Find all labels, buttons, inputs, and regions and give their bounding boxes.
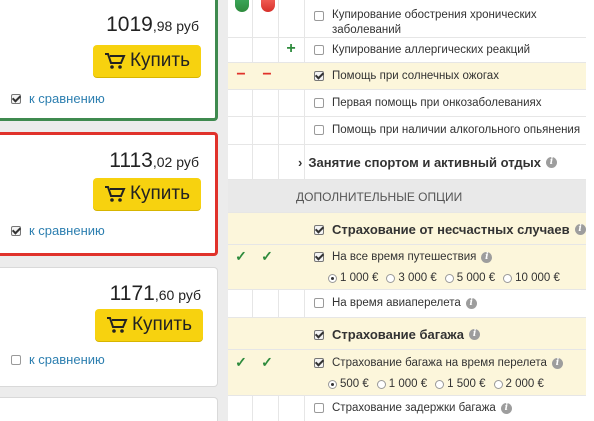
plus-icon: +: [286, 40, 296, 57]
option-checkbox[interactable]: [314, 71, 324, 81]
amount-radio-group: 1 000 € 3 000 € 5 000 € 10 000 €: [328, 272, 568, 284]
offer-price: 1019,98 руб: [106, 13, 199, 36]
info-icon[interactable]: i: [481, 251, 493, 263]
category-row[interactable]: › Занятие спортом и активный отдых i: [228, 145, 586, 180]
amount-option[interactable]: 10 000 €: [503, 272, 560, 284]
buy-button[interactable]: Купить: [93, 178, 201, 210]
offers-column: 1019,98 руб Купить к сравнению 1113,02 р…: [0, 0, 228, 421]
option-row: + Купирование аллергических реакций: [228, 38, 586, 63]
compare-checkbox[interactable]: [11, 354, 21, 365]
buy-label: Купить: [129, 50, 191, 71]
option-label: Первая помощь при онкозаболеваниях: [332, 97, 542, 109]
category-label[interactable]: Занятие спортом и активный отдых: [308, 155, 541, 170]
buy-button[interactable]: Купить: [95, 309, 203, 341]
amount-option[interactable]: 2 000 €: [493, 378, 544, 390]
option-label: Страхование багажа на время перелета: [332, 357, 547, 369]
offer-card-2: 1113,02 руб Купить к сравнению: [0, 132, 218, 256]
info-icon[interactable]: i: [500, 402, 512, 414]
option-row-highlighted: ✓ ✓ Страхование багажа на время перелета…: [228, 350, 586, 396]
scrollbar[interactable]: [588, 0, 594, 421]
option-checkbox[interactable]: [314, 224, 324, 235]
option-group-label: Страхование от несчастных случаев: [332, 222, 570, 237]
info-icon[interactable]: i: [465, 297, 477, 309]
option-checkbox[interactable]: [314, 403, 324, 413]
compare-toggle[interactable]: к сравнению: [11, 91, 105, 106]
radio-button[interactable]: [503, 273, 513, 283]
option-row: Купирование обострения хронических забол…: [228, 0, 586, 38]
amount-option[interactable]: 1 500 €: [435, 378, 486, 390]
option-checkbox[interactable]: [314, 98, 324, 108]
amount-radio-group: 500 € 1 000 € 1 500 € 2 000 €: [328, 378, 552, 390]
option-label: Помощь при наличии алкогольного опьянени…: [332, 124, 581, 136]
option-label: На все время путешествия: [332, 251, 477, 263]
compare-toggle[interactable]: к сравнению: [11, 352, 105, 367]
option-row: На время авиаперелета i: [228, 290, 586, 318]
info-icon[interactable]: i: [469, 329, 481, 340]
amount-option[interactable]: 500 €: [328, 378, 369, 390]
option-row: Страхование задержки багажа i: [228, 396, 586, 421]
info-icon[interactable]: i: [546, 157, 557, 168]
cart-icon: [106, 317, 128, 333]
option-label: Купирование обострения хронических забол…: [332, 9, 537, 36]
option-row: Первая помощь при онкозаболеваниях: [228, 90, 586, 117]
buy-button[interactable]: Купить: [93, 45, 201, 77]
cart-icon: [104, 53, 126, 69]
offer-card-3: 1171,60 руб Купить к сравнению: [0, 267, 218, 387]
option-checkbox[interactable]: [314, 125, 324, 135]
section-title: ДОПОЛНИТЕЛЬНЫЕ ОПЦИИ: [296, 190, 463, 204]
info-icon[interactable]: i: [551, 357, 563, 369]
option-row-highlighted: − − Помощь при солнечных ожогах: [228, 63, 586, 90]
compare-label[interactable]: к сравнению: [29, 352, 105, 367]
radio-button[interactable]: [328, 379, 337, 389]
option-row-highlighted: ✓ ✓ На все время путешествия i 1 000 € 3…: [228, 245, 586, 290]
radio-button[interactable]: [328, 273, 337, 283]
option-label: Страхование задержки багажа: [332, 402, 496, 414]
check-icon: ✓: [235, 354, 247, 370]
option-checkbox[interactable]: [314, 11, 324, 21]
option-checkbox[interactable]: [314, 329, 324, 340]
option-row: Помощь при наличии алкогольного опьянени…: [228, 117, 586, 145]
option-label: Купирование аллергических реакций: [332, 44, 531, 56]
option-group-label: Страхование багажа: [332, 327, 465, 342]
buy-label: Купить: [129, 183, 191, 204]
cart-icon: [104, 186, 126, 202]
option-label: Помощь при солнечных ожогах: [332, 70, 499, 82]
radio-button[interactable]: [444, 273, 454, 283]
amount-option[interactable]: 5 000 €: [444, 272, 495, 284]
option-group-row: Страхование от несчастных случаев i: [228, 213, 586, 245]
options-table: Купирование обострения хронических забол…: [228, 0, 594, 421]
compare-checkbox[interactable]: [11, 225, 21, 236]
option-checkbox[interactable]: [314, 45, 324, 55]
radio-button[interactable]: [435, 379, 445, 389]
compare-toggle[interactable]: к сравнению: [11, 223, 105, 238]
chevron-right-icon: ›: [298, 155, 303, 170]
compare-label[interactable]: к сравнению: [29, 223, 105, 238]
radio-button[interactable]: [386, 273, 396, 283]
info-icon[interactable]: i: [574, 224, 586, 235]
offer-card-1: 1019,98 руб Купить к сравнению: [0, 0, 218, 121]
double-check-icon: ✓: [235, 248, 247, 264]
amount-option[interactable]: 1 000 €: [376, 378, 427, 390]
offer-price: 1171,60 руб: [109, 282, 201, 305]
amount-option[interactable]: 3 000 €: [386, 272, 437, 284]
minus-icon: −: [236, 66, 246, 83]
option-group-row: Страхование багажа i: [228, 318, 586, 350]
radio-button[interactable]: [493, 379, 503, 389]
buy-label: Купить: [131, 314, 193, 335]
minus-icon: −: [262, 66, 272, 83]
check-icon: ✓: [261, 354, 273, 370]
offer-price: 1113,02 руб: [109, 149, 199, 172]
option-checkbox[interactable]: [314, 358, 324, 368]
amount-option[interactable]: 1 000 €: [328, 272, 378, 284]
option-label: На время авиаперелета: [332, 297, 461, 309]
compare-checkbox[interactable]: [11, 93, 21, 104]
section-header: ДОПОЛНИТЕЛЬНЫЕ ОПЦИИ: [228, 180, 586, 213]
double-check-icon: ✓: [261, 248, 273, 264]
compare-label[interactable]: к сравнению: [29, 91, 105, 106]
offer-card-4: [0, 397, 218, 421]
radio-button[interactable]: [376, 379, 386, 389]
option-checkbox[interactable]: [314, 298, 324, 308]
option-checkbox[interactable]: [314, 252, 324, 262]
